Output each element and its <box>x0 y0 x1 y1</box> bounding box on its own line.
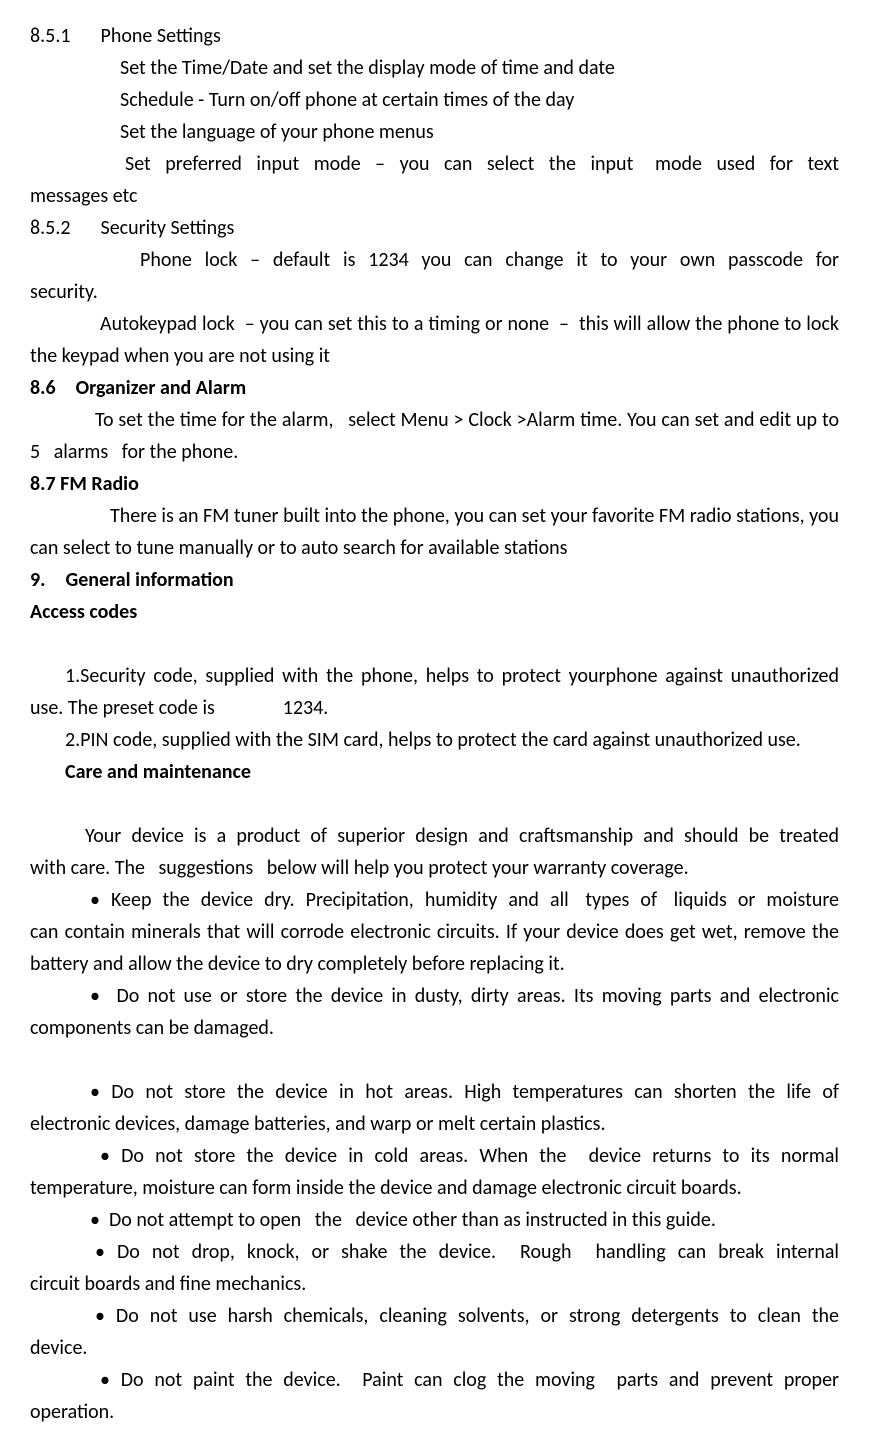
care-bullet-2: • Do not use or store the device in dust… <box>30 980 839 1044</box>
care-bullet-5: • Do not attempt to open the device othe… <box>30 1204 839 1236</box>
phone-settings-item-2: Schedule - Turn on/off phone at certain … <box>30 84 839 116</box>
care-bullet-7: • Do not use harsh chemicals, cleaning s… <box>30 1300 839 1364</box>
access-codes-header: Access codes <box>30 596 839 628</box>
section-8-5-1-header: 8.5.1 Phone Settings <box>30 20 839 52</box>
phone-settings-item-4: Set preferred input mode – you can selec… <box>30 148 839 212</box>
care-intro: Your device is a product of superior des… <box>30 820 839 884</box>
security-settings-item-1: Phone lock – default is 1234 you can cha… <box>30 244 839 308</box>
section-8-7-body: There is an FM tuner built into the phon… <box>30 500 839 564</box>
section-8-6-header: 8.6 Organizer and Alarm <box>30 372 839 404</box>
phone-settings-item-1: Set the Time/Date and set the display mo… <box>30 52 839 84</box>
section-8-6-body: To set the time for the alarm, select Me… <box>30 404 839 468</box>
section-9-header: 9. General information <box>30 564 839 596</box>
care-bullet-6: • Do not drop, knock, or shake the devic… <box>30 1236 839 1300</box>
access-code-2: 2.PIN code, supplied with the SIM card, … <box>30 724 839 756</box>
care-maintenance-header: Care and maintenance <box>30 756 839 788</box>
security-settings-item-2: Autokeypad lock – you can set this to a … <box>30 308 839 372</box>
section-8-5-2-header: 8.5.2 Security Settings <box>30 212 839 244</box>
access-code-1: 1.Security code, supplied with the phone… <box>30 660 839 724</box>
care-bullet-1: • Keep the device dry. Precipitation, hu… <box>30 884 839 980</box>
section-8-7-header: 8.7 FM Radio <box>30 468 839 500</box>
care-bullet-4: • Do not store the device in cold areas.… <box>30 1140 839 1204</box>
care-bullet-8: • Do not paint the device. Paint can clo… <box>30 1364 839 1428</box>
care-bullet-3: • Do not store the device in hot areas. … <box>30 1076 839 1140</box>
phone-settings-item-3: Set the language of your phone menus <box>30 116 839 148</box>
